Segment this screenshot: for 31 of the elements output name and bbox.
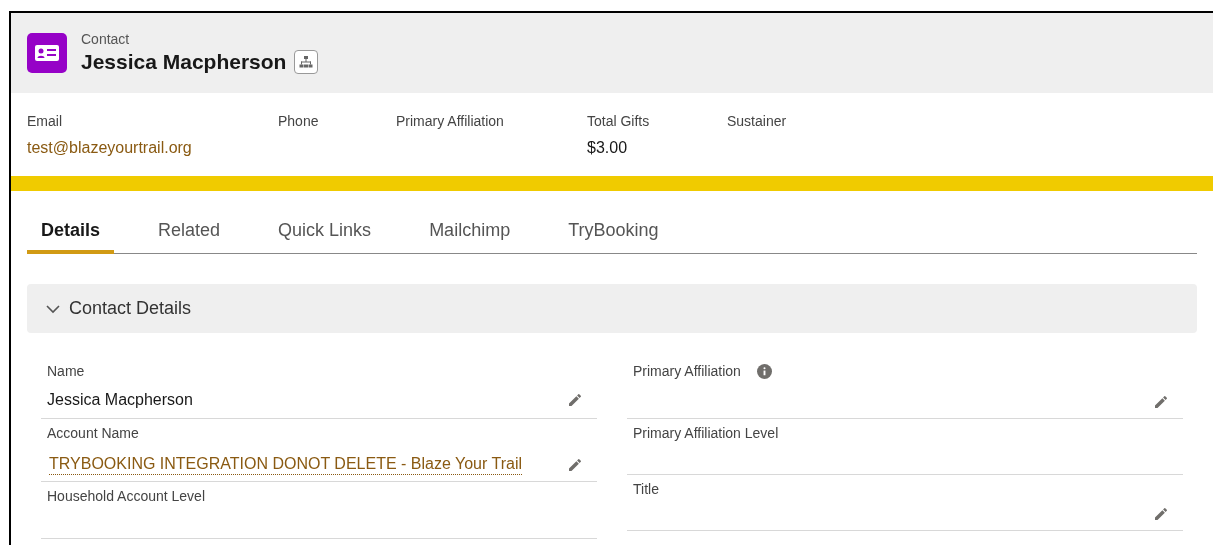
pencil-icon[interactable] <box>1153 394 1169 410</box>
info-icon[interactable] <box>756 364 772 379</box>
hierarchy-button[interactable] <box>294 49 319 74</box>
field-value: Jessica Macpherson <box>47 390 193 410</box>
pencil-icon[interactable] <box>567 392 583 408</box>
field-label: Household Account Level <box>47 487 205 506</box>
highlight-label: Total Gifts <box>587 112 651 131</box>
highlight-label: Primary Affiliation <box>396 112 505 131</box>
field-label: Name <box>47 362 85 381</box>
highlight-label: Sustainer <box>727 112 788 131</box>
contact-card-icon <box>27 33 67 73</box>
hierarchy-icon <box>299 54 314 69</box>
record-title: Jessica Macpherson <box>81 48 287 75</box>
field-label: Primary Affiliation <box>633 362 741 381</box>
tab[interactable]: Details <box>27 211 115 254</box>
account-link[interactable]: TRYBOOKING INTEGRATION DONOT DELETE - Blaze Your Trail <box>49 454 522 475</box>
tab[interactable]: Related <box>144 211 235 254</box>
highlight-label: Email <box>27 112 63 131</box>
email-link[interactable]: test@blazeyourtrail.org <box>27 136 278 160</box>
tab[interactable]: Mailchimp <box>415 211 525 254</box>
object-type: Contact <box>81 31 131 49</box>
field-label: Primary Affiliation Level <box>633 424 779 443</box>
highlight-value: $3.00 <box>587 138 629 158</box>
field-label: Title <box>633 480 659 499</box>
highlight-label: Phone <box>278 112 320 131</box>
field-label: Account Name <box>47 424 139 443</box>
pencil-icon[interactable] <box>1153 506 1169 522</box>
pencil-icon[interactable] <box>567 456 583 473</box>
tab[interactable]: TryBooking <box>554 211 673 254</box>
tab[interactable]: Quick Links <box>264 211 386 254</box>
section-header[interactable]: Contact Details <box>27 284 1197 333</box>
